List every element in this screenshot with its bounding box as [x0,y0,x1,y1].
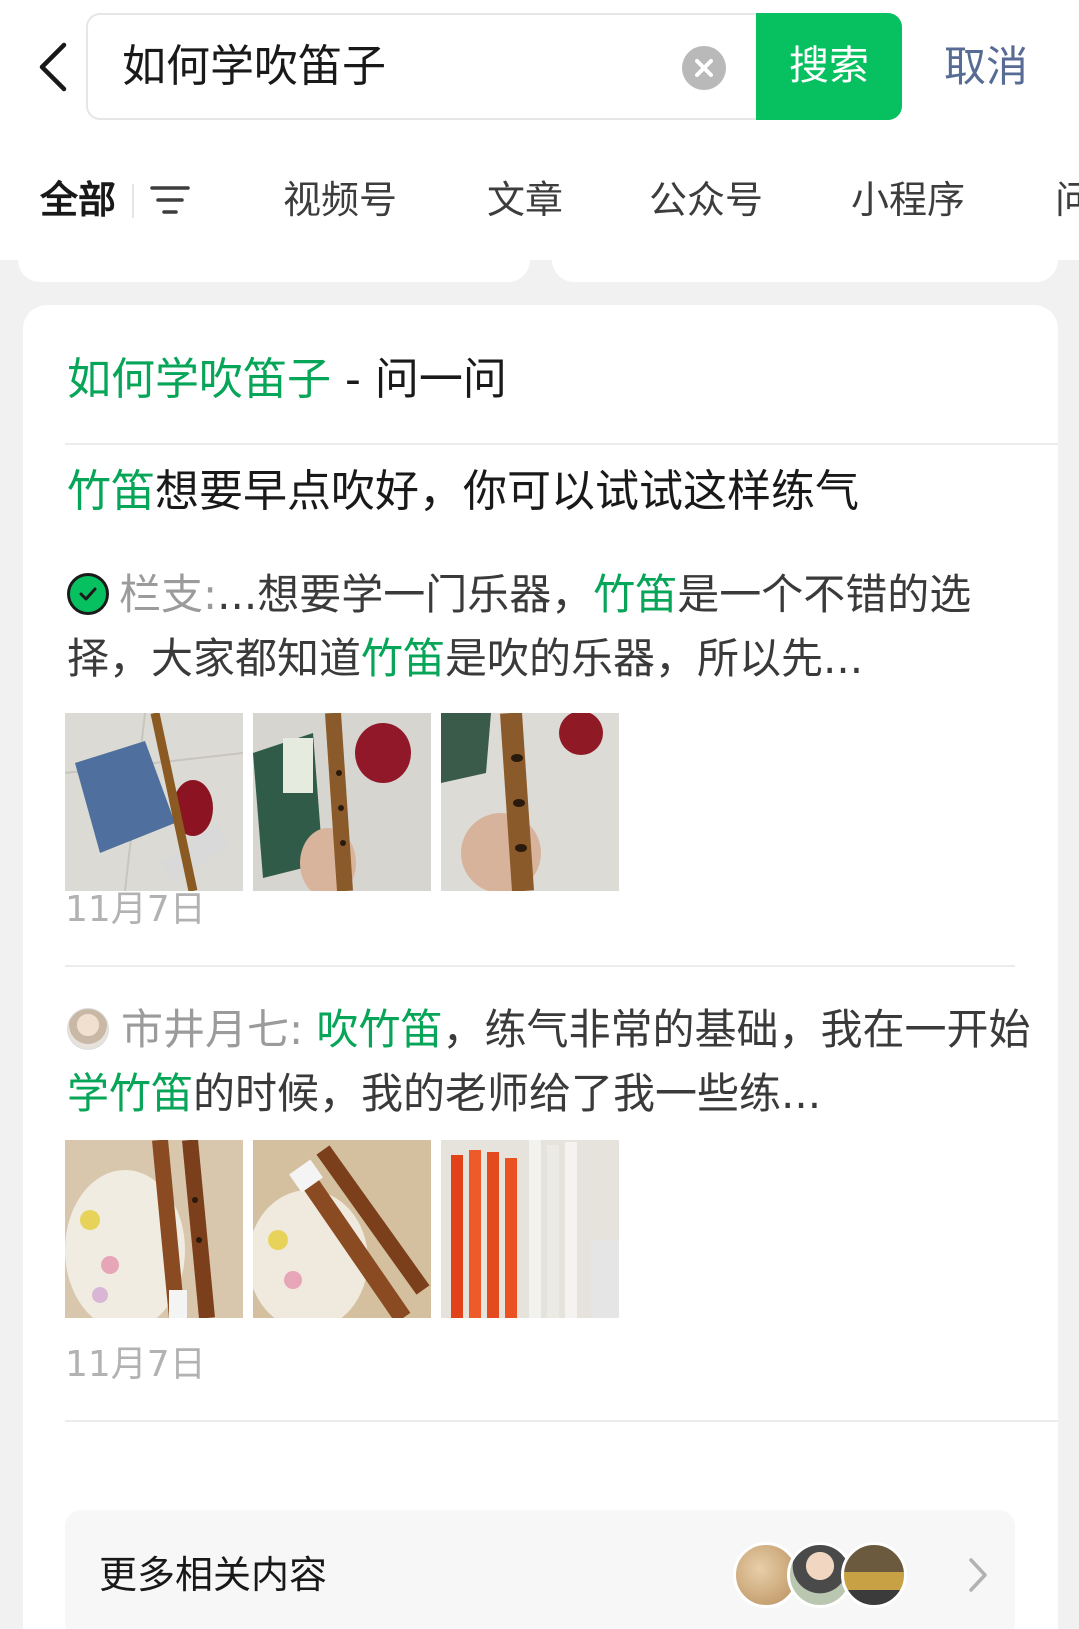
tab-separator [132,184,134,218]
previous-card-left [18,240,530,282]
filter-icon[interactable] [150,182,190,218]
author-name: 栏支: [119,570,218,619]
clear-icon [695,59,713,77]
search-button[interactable]: 搜索 [756,13,902,120]
ask-result-card: 如何学吹笛子 - 问一问 竹笛想要早点吹好，你可以试试这样练气 栏支:...想要… [23,305,1058,1629]
snippet-text: 是吹的乐器，所以先... [445,634,864,683]
clear-button[interactable] [682,46,726,90]
post-snippet: 市井月七: 吹竹笛，练气非常的基础，我在一开始学竹笛的时候，我的老师给了我一些练… [67,998,1037,1126]
avatar [67,1008,109,1050]
post-date: 11月7日 [65,889,206,930]
card-title-highlight: 如何学吹笛子 [67,354,331,405]
snippet-highlight: 竹笛 [593,570,678,619]
top-bar: 如何学吹笛子 搜索 取消 全部 视频号 文章 公众号 小程序 问 [0,0,1079,261]
post-title-highlight: 竹笛 [67,466,155,517]
search-input[interactable]: 如何学吹笛子 [122,15,386,118]
more-related-content-button[interactable]: 更多相关内容 [65,1510,1015,1629]
snippet-highlight: 吹竹笛 [316,1005,443,1054]
thumbnail-image[interactable] [65,1140,243,1318]
previous-card-right [552,240,1058,282]
card-title[interactable]: 如何学吹笛子 - 问一问 [67,345,507,415]
back-arrow-icon [39,42,67,92]
snippet-highlight: 竹笛 [361,634,446,683]
thumbnail-image[interactable] [441,713,619,891]
snippet-text: ...想要学一门乐器， [217,570,594,619]
thumbnail-image[interactable] [253,1140,431,1318]
snippet-text: ，练气非常的基础，我在一开始 [442,1005,1031,1054]
author-name: 市井月七: [121,1005,304,1054]
divider [65,965,1015,967]
thumbnail-image[interactable] [65,713,243,891]
thumbnail-image[interactable] [441,1140,619,1318]
card-title-suffix: - 问一问 [331,354,507,405]
thumbnail-image[interactable] [253,713,431,891]
post-title-text: 想要早点吹好，你可以试试这样练气 [155,466,859,517]
divider [65,1420,1058,1422]
avatar [841,1542,907,1608]
verified-icon [67,573,109,615]
post-snippet: 栏支:...想要学一门乐器，竹笛是一个不错的选择，大家都知道竹笛是吹的乐器，所以… [67,563,1037,691]
chevron-right-icon [969,1558,987,1592]
cancel-button[interactable]: 取消 [944,13,1028,120]
tab-ask[interactable]: 问 [1055,160,1079,260]
back-button[interactable] [28,38,78,96]
snippet-text: 的时候，我的老师给了我一些练... [193,1069,822,1118]
snippet-text [303,1005,316,1054]
post-title[interactable]: 竹笛想要早点吹好，你可以试试这样练气 [67,457,1027,527]
more-related-label: 更多相关内容 [99,1553,328,1597]
snippet-highlight: 学竹笛 [67,1069,194,1118]
post-date: 11月7日 [65,1344,206,1385]
divider [65,443,1058,445]
